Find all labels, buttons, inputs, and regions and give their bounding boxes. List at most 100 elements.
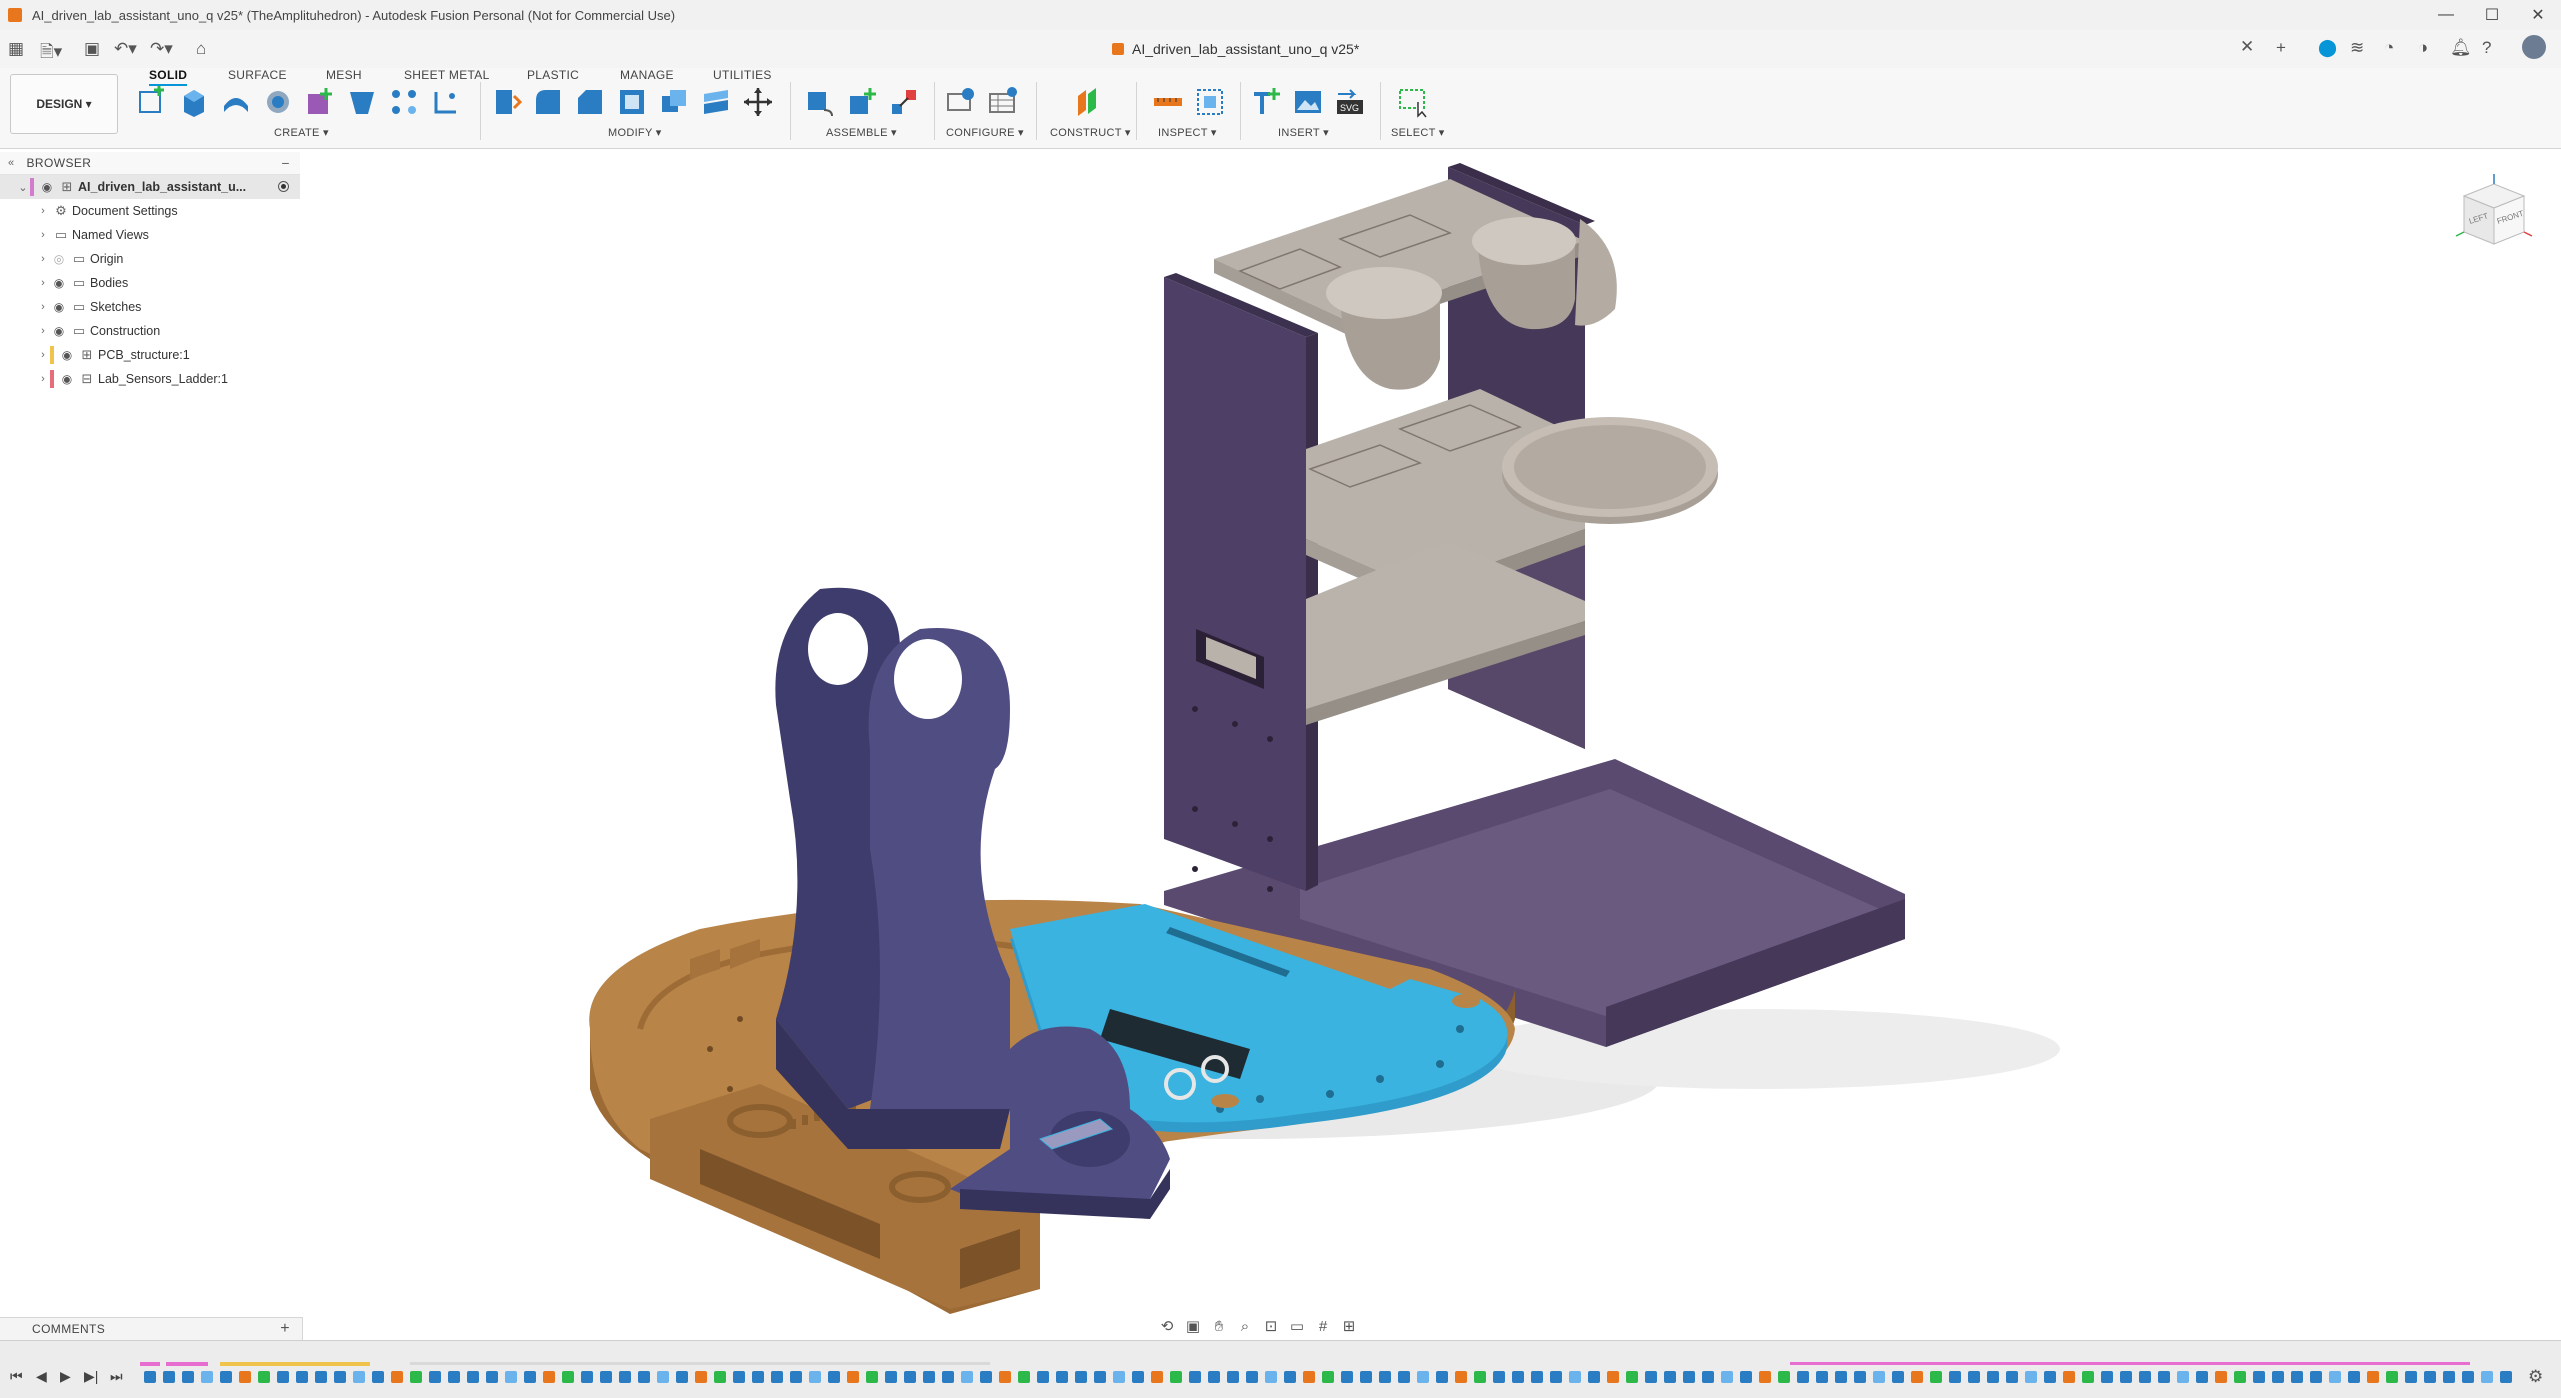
- timeline-feature-marker[interactable]: [1265, 1371, 1277, 1383]
- timeline-feature-marker[interactable]: [2025, 1371, 2037, 1383]
- measure-tool[interactable]: [1152, 86, 1184, 118]
- timeline-feature-marker[interactable]: [1911, 1371, 1923, 1383]
- redo-icon[interactable]: ↷▾: [150, 39, 173, 59]
- timeline-feature-marker[interactable]: [562, 1371, 574, 1383]
- insert-canvas-tool[interactable]: [1292, 86, 1324, 118]
- timeline-feature-marker[interactable]: [2006, 1371, 2018, 1383]
- timeline-feature-marker[interactable]: [1303, 1371, 1315, 1383]
- timeline-feature-marker[interactable]: [1075, 1371, 1087, 1383]
- combine-tool[interactable]: [658, 86, 690, 118]
- timeline-feature-marker[interactable]: [752, 1371, 764, 1383]
- add-comment-button[interactable]: +: [280, 1320, 290, 1338]
- eye-icon[interactable]: ◉: [38, 180, 56, 194]
- joint-tool[interactable]: [846, 86, 878, 118]
- look-at-icon[interactable]: ▣: [1182, 1317, 1204, 1335]
- eye-icon[interactable]: ◉: [50, 276, 68, 290]
- chevron-right-icon[interactable]: ›: [36, 373, 50, 385]
- timeline-feature-marker[interactable]: [296, 1371, 308, 1383]
- timeline-play-button[interactable]: ▶: [60, 1368, 71, 1385]
- timeline-feature-marker[interactable]: [733, 1371, 745, 1383]
- chevron-right-icon[interactable]: ›: [36, 349, 50, 361]
- timeline-feature-marker[interactable]: [182, 1371, 194, 1383]
- chevron-right-icon[interactable]: ›: [36, 205, 50, 217]
- grid-settings-icon[interactable]: #: [1312, 1318, 1334, 1335]
- timeline-feature-marker[interactable]: [790, 1371, 802, 1383]
- timeline-feature-marker[interactable]: [2044, 1371, 2056, 1383]
- tab-mesh[interactable]: MESH: [326, 68, 362, 84]
- cad-model[interactable]: [0, 149, 2561, 1319]
- timeline-feature-marker[interactable]: [1968, 1371, 1980, 1383]
- as-built-joint-tool[interactable]: [888, 86, 920, 118]
- timeline-feature-marker[interactable]: [1322, 1371, 1334, 1383]
- timeline-feature-marker[interactable]: [1664, 1371, 1676, 1383]
- insert-svg-tool[interactable]: SVG: [1334, 86, 1366, 118]
- timeline-feature-marker[interactable]: [410, 1371, 422, 1383]
- home-icon[interactable]: ⌂: [196, 39, 206, 59]
- new-component-tool[interactable]: [304, 86, 336, 118]
- timeline-feature-marker[interactable]: [1493, 1371, 1505, 1383]
- timeline-feature-marker[interactable]: [1398, 1371, 1410, 1383]
- timeline-feature-marker[interactable]: [2348, 1371, 2360, 1383]
- timeline-feature-marker[interactable]: [2063, 1371, 2075, 1383]
- minimize-button[interactable]: —: [2423, 0, 2469, 30]
- timeline-feature-marker[interactable]: [1892, 1371, 1904, 1383]
- tab-plastic[interactable]: PLASTIC: [527, 68, 579, 84]
- timeline-settings-icon[interactable]: ⚙: [2528, 1367, 2543, 1387]
- timeline-feature-marker[interactable]: [1132, 1371, 1144, 1383]
- assemble-group-label[interactable]: ASSEMBLE ▾: [826, 126, 897, 139]
- move-copy-tool[interactable]: [742, 86, 774, 118]
- timeline-feature-marker[interactable]: [1455, 1371, 1467, 1383]
- timeline-feature-marker[interactable]: [1436, 1371, 1448, 1383]
- timeline-feature-marker[interactable]: [258, 1371, 270, 1383]
- comments-panel[interactable]: COMMENTS +: [0, 1317, 303, 1340]
- timeline-feature-marker[interactable]: [1759, 1371, 1771, 1383]
- timeline-feature-marker[interactable]: [1949, 1371, 1961, 1383]
- timeline-feature-marker[interactable]: [2291, 1371, 2303, 1383]
- viewports-icon[interactable]: ⊞: [1338, 1317, 1360, 1335]
- timeline-feature-marker[interactable]: [1227, 1371, 1239, 1383]
- chevron-down-icon[interactable]: ⌄: [16, 181, 30, 194]
- browser-item-document-settings[interactable]: › ⚙ Document Settings: [0, 199, 300, 223]
- timeline-feature-marker[interactable]: [2177, 1371, 2189, 1383]
- timeline-feature-marker[interactable]: [2443, 1371, 2455, 1383]
- timeline-feature-marker[interactable]: [467, 1371, 479, 1383]
- timeline-feature-marker[interactable]: [2424, 1371, 2436, 1383]
- timeline-feature-marker[interactable]: [638, 1371, 650, 1383]
- timeline-feature-marker[interactable]: [676, 1371, 688, 1383]
- activate-radio[interactable]: [278, 181, 289, 192]
- help-icon[interactable]: ?: [2482, 38, 2491, 58]
- timeline-feature-marker[interactable]: [1208, 1371, 1220, 1383]
- timeline-feature-marker[interactable]: [524, 1371, 536, 1383]
- job-status-icon[interactable]: ≋: [2350, 38, 2364, 58]
- sync-icon[interactable]: ◑: [2418, 38, 2428, 58]
- timeline-feature-marker[interactable]: [2405, 1371, 2417, 1383]
- timeline-start-button[interactable]: ⏮: [10, 1368, 23, 1385]
- sweep-tool[interactable]: [262, 86, 294, 118]
- timeline-feature-marker[interactable]: [999, 1371, 1011, 1383]
- timeline-feature-marker[interactable]: [315, 1371, 327, 1383]
- timeline-feature-marker[interactable]: [714, 1371, 726, 1383]
- timeline-feature-marker[interactable]: [1854, 1371, 1866, 1383]
- timeline-feature-marker[interactable]: [448, 1371, 460, 1383]
- browser-item-lab-sensors-ladder[interactable]: › ◉ ⊟ Lab_Sensors_Ladder:1: [0, 367, 300, 391]
- timeline-feature-marker[interactable]: [809, 1371, 821, 1383]
- timeline-feature-marker[interactable]: [1683, 1371, 1695, 1383]
- select-group-label[interactable]: SELECT ▾: [1391, 126, 1445, 139]
- configuration-table-tool[interactable]: [988, 86, 1020, 118]
- fillet-tool[interactable]: [532, 86, 564, 118]
- browser-root-node[interactable]: ⌄ ◉ ⊞ AI_driven_lab_assistant_u...: [0, 175, 300, 199]
- construct-group-label[interactable]: CONSTRUCT ▾: [1050, 126, 1131, 139]
- timeline-feature-marker[interactable]: [2082, 1371, 2094, 1383]
- modify-group-label[interactable]: MODIFY ▾: [608, 126, 662, 139]
- eye-icon[interactable]: ◉: [50, 300, 68, 314]
- orbit-icon[interactable]: ⟲: [1156, 1317, 1178, 1335]
- browser-item-origin[interactable]: › ◎ ▭ Origin: [0, 247, 300, 271]
- timeline-feature-marker[interactable]: [1531, 1371, 1543, 1383]
- create-group-label[interactable]: CREATE ▾: [274, 126, 329, 139]
- timeline-feature-marker[interactable]: [2158, 1371, 2170, 1383]
- timeline-feature-marker[interactable]: [1379, 1371, 1391, 1383]
- timeline-feature-marker[interactable]: [1778, 1371, 1790, 1383]
- chevron-right-icon[interactable]: ›: [36, 277, 50, 289]
- maximize-button[interactable]: ☐: [2469, 0, 2515, 30]
- eye-icon[interactable]: ◉: [50, 324, 68, 338]
